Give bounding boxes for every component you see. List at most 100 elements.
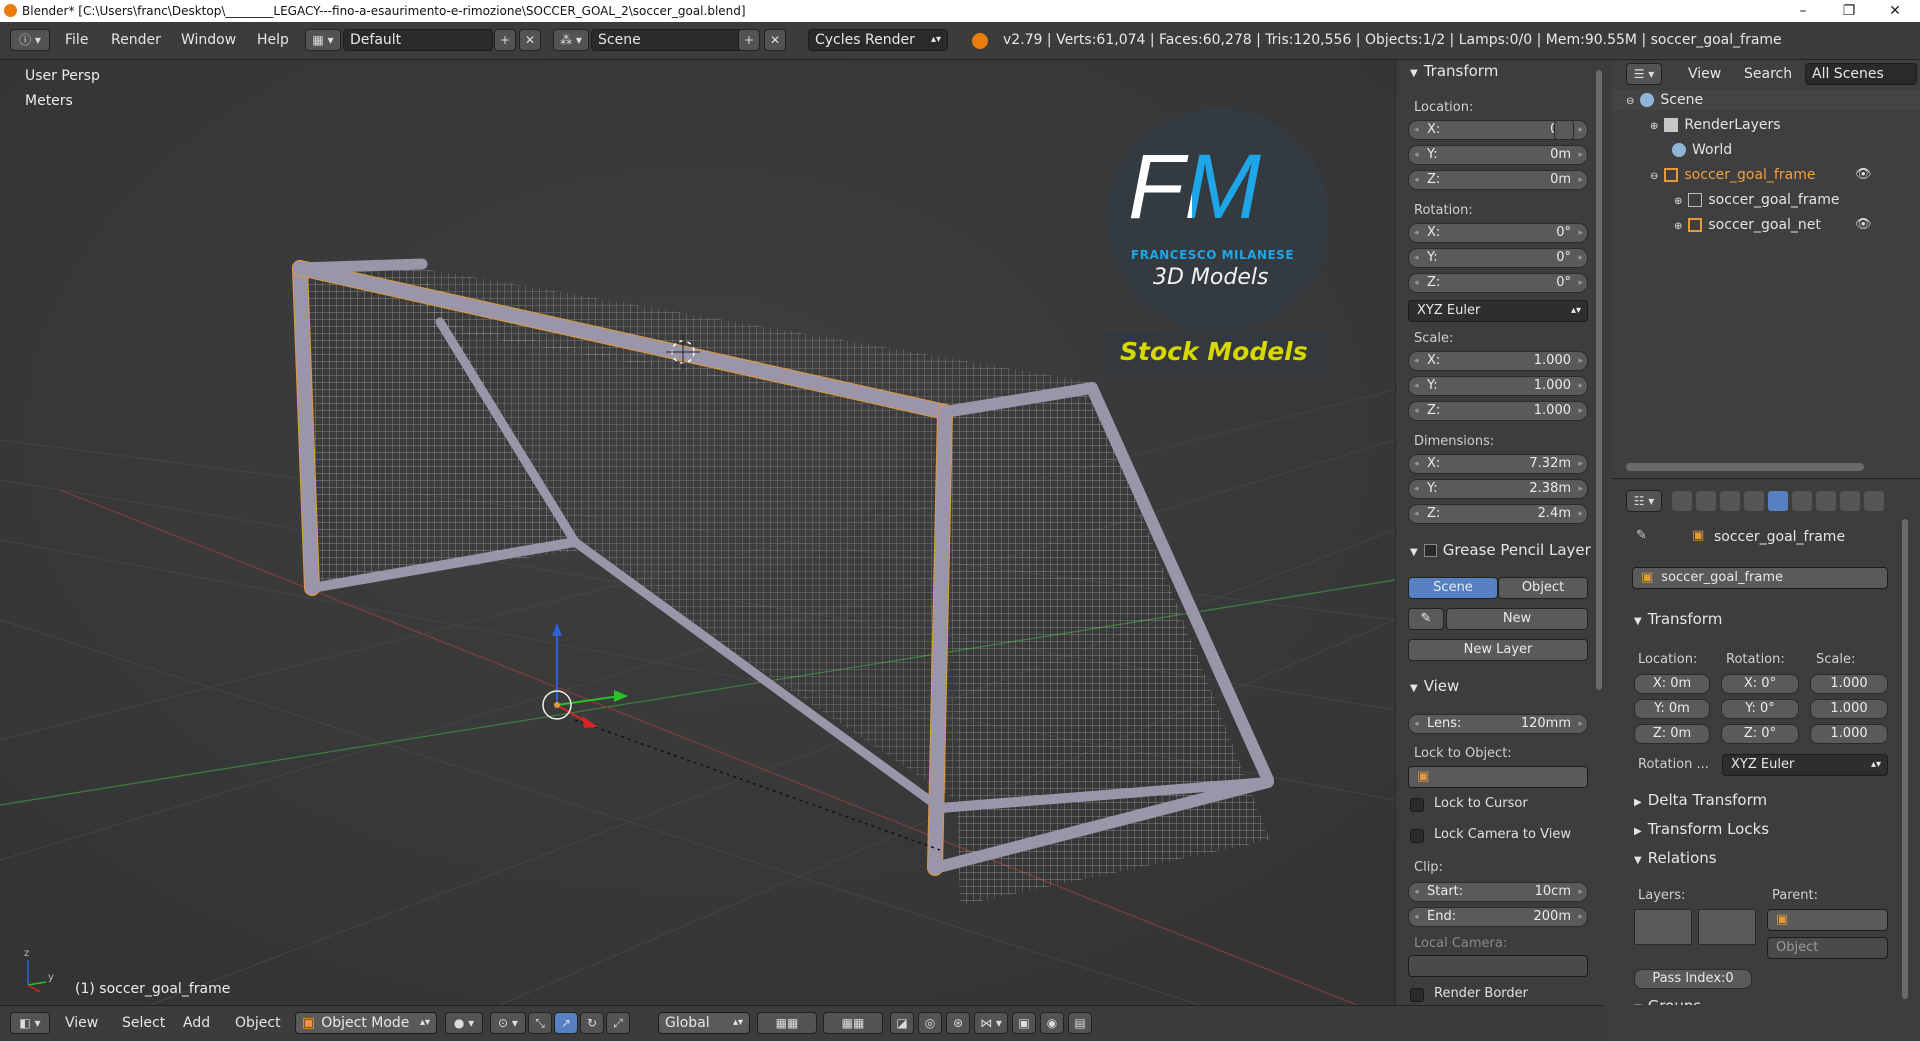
rotation-y-field[interactable]: ◂ Y: 0° ▸	[1408, 248, 1588, 268]
scale-manipulator-icon[interactable]: ⤢	[606, 1012, 630, 1034]
menu-window[interactable]: Window	[181, 32, 236, 48]
render-tab-icon[interactable]	[1672, 491, 1692, 511]
scene-selector[interactable]: Scene	[591, 29, 743, 51]
menu-help[interactable]: Help	[257, 32, 289, 48]
rotate-manipulator-icon[interactable]: ↻	[580, 1012, 604, 1034]
prop-scale-z[interactable]: 1.000	[1810, 724, 1888, 744]
lock-camera-checkbox[interactable]	[1410, 829, 1424, 843]
clip-end-field[interactable]: ◂ End: 200m ▸	[1408, 907, 1588, 927]
delta-transform-header[interactable]: ▶ Delta Transform	[1634, 791, 1767, 809]
outliner-item-scene[interactable]: ⊖ Scene	[1626, 92, 1703, 108]
outliner-filter-select[interactable]: All Scenes	[1805, 63, 1917, 85]
add-scene-icon[interactable]: +	[738, 29, 760, 51]
dimensions-y-field[interactable]: ◂ Y: 2.38m ▸	[1408, 479, 1588, 499]
3d-viewport[interactable]: z y User Persp Meters (1) soccer_goal_fr…	[0, 60, 1395, 1005]
object-name-field[interactable]: ▣ soccer_goal_frame	[1632, 567, 1888, 589]
menu-file[interactable]: File	[65, 32, 88, 48]
location-z-field[interactable]: ◂ Z: 0m ▸	[1408, 170, 1588, 190]
grease-pencil-object-tab[interactable]: Object	[1498, 577, 1588, 599]
close-button[interactable]: ✕	[1872, 0, 1918, 22]
outliner-search-menu[interactable]: Search	[1744, 66, 1792, 82]
screen-layout-icon[interactable]: ▦ ▾	[305, 29, 341, 51]
scale-z-field[interactable]: ◂ Z: 1.000 ▸	[1408, 401, 1588, 421]
render-border-checkbox[interactable]	[1410, 988, 1424, 1002]
manipulator-toggle-icon[interactable]: ⤡	[528, 1012, 552, 1034]
scene-icon[interactable]: ⁂ ▾	[553, 29, 589, 51]
prop-transform-header[interactable]: ▼ Transform	[1634, 610, 1722, 628]
scene-tab-icon[interactable]	[1720, 491, 1740, 511]
menu-add[interactable]: Add	[183, 1015, 210, 1031]
prop-location-x[interactable]: X: 0m	[1634, 674, 1710, 694]
prop-scale-x[interactable]: 1.000	[1810, 674, 1888, 694]
prop-location-y[interactable]: Y: 0m	[1634, 699, 1710, 719]
menu-render[interactable]: Render	[111, 32, 161, 48]
transform-orientation-select[interactable]: Global ▴▾	[658, 1012, 750, 1034]
visibility-eye-icon[interactable]: 👁	[1855, 167, 1872, 182]
location-y-field[interactable]: ◂ Y: 0m ▸	[1408, 145, 1588, 165]
material-tab-icon[interactable]	[1864, 491, 1884, 511]
rotation-mode-select[interactable]: XYZ Euler ▴▾	[1408, 300, 1588, 322]
proportional-edit-icon[interactable]: ◎	[918, 1012, 942, 1034]
outliner-item-soccer-goal-net[interactable]: ⊕ soccer_goal_net	[1674, 217, 1821, 233]
grease-pencil-checkbox[interactable]	[1423, 544, 1437, 557]
transform-locks-header[interactable]: ▶ Transform Locks	[1634, 820, 1769, 838]
data-tab-icon[interactable]	[1840, 491, 1860, 511]
local-camera-field[interactable]	[1408, 955, 1588, 977]
prop-rotation-mode-select[interactable]: XYZ Euler ▴▾	[1722, 754, 1888, 776]
lock-to-cursor-checkbox[interactable]	[1410, 798, 1424, 812]
modifiers-tab-icon[interactable]	[1816, 491, 1836, 511]
render-engine-selector[interactable]: Cycles Render ▴▾	[808, 29, 948, 51]
constraints-tab-icon[interactable]	[1792, 491, 1812, 511]
grease-pencil-scene-tab[interactable]: Scene	[1408, 577, 1498, 599]
pass-index-field[interactable]: Pass Index:0	[1634, 969, 1752, 989]
render-animation-icon[interactable]: ▤	[1068, 1012, 1092, 1034]
prop-rotation-y[interactable]: Y: 0°	[1721, 699, 1799, 719]
layers-lock-icon[interactable]: ◪	[890, 1012, 914, 1034]
scene-layers-b[interactable]: ▦▦	[823, 1012, 883, 1034]
minimize-button[interactable]: –	[1780, 0, 1826, 22]
3d-view-editor-icon[interactable]: ◧ ▾	[10, 1012, 50, 1034]
dimensions-z-field[interactable]: ◂ Z: 2.4m ▸	[1408, 504, 1588, 524]
visibility-eye-icon[interactable]: 👁	[1855, 217, 1872, 232]
outliner-editor-icon[interactable]: ☰ ▾	[1626, 63, 1662, 85]
remove-scene-icon[interactable]: ✕	[764, 29, 786, 51]
scale-y-field[interactable]: ◂ Y: 1.000 ▸	[1408, 376, 1588, 396]
layers-grid-a[interactable]	[1634, 909, 1692, 945]
object-tab-icon[interactable]	[1768, 491, 1788, 511]
lens-field[interactable]: ◂ Lens: 120mm ▸	[1408, 714, 1588, 734]
outliner-item-frame-mesh[interactable]: ⊕ soccer_goal_frame	[1674, 192, 1839, 208]
grease-pencil-new-button[interactable]: New	[1446, 608, 1588, 630]
outliner-item-soccer-goal-frame[interactable]: ⊖ soccer_goal_frame	[1650, 167, 1815, 183]
lock-to-object-field[interactable]: ▣	[1408, 766, 1588, 788]
translate-manipulator-icon[interactable]: ↗	[554, 1012, 578, 1034]
prop-rotation-x[interactable]: X: 0°	[1721, 674, 1799, 694]
dimensions-x-field[interactable]: ◂ X: 7.32m ▸	[1408, 454, 1588, 474]
remove-layout-icon[interactable]: ✕	[519, 29, 541, 51]
scene-layers-a[interactable]: ▦▦	[757, 1012, 817, 1034]
properties-editor-icon[interactable]: ☷ ▾	[1626, 490, 1662, 512]
view-panel-header[interactable]: ▼ View	[1410, 677, 1459, 695]
transform-panel-header[interactable]: ▼ Transform	[1410, 62, 1498, 80]
layout-selector[interactable]: Default	[343, 29, 493, 51]
menu-select[interactable]: Select	[122, 1015, 165, 1031]
clip-start-field[interactable]: ◂ Start: 10cm ▸	[1408, 882, 1588, 902]
layers-grid-b[interactable]	[1698, 909, 1756, 945]
outliner-view-menu[interactable]: View	[1688, 66, 1721, 82]
prop-rotation-z[interactable]: Z: 0°	[1721, 724, 1799, 744]
npanel-scrollbar[interactable]	[1596, 70, 1602, 690]
properties-scrollbar[interactable]	[1902, 519, 1908, 999]
rotation-x-field[interactable]: ◂ X: 0° ▸	[1408, 223, 1588, 243]
new-layer-button[interactable]: New Layer	[1408, 639, 1588, 661]
world-tab-icon[interactable]	[1744, 491, 1764, 511]
viewport-shading-icon[interactable]: ● ▾	[445, 1012, 483, 1034]
snap-target-icon[interactable]: ▣	[1012, 1012, 1036, 1034]
mode-selector[interactable]: ▣ Object Mode ▴▾	[295, 1012, 437, 1034]
parent-type-select[interactable]: Object	[1767, 937, 1888, 959]
outliner-item-renderlayers[interactable]: ⊕ RenderLayers	[1650, 117, 1781, 133]
menu-object[interactable]: Object	[235, 1015, 281, 1031]
prop-location-z[interactable]: Z: 0m	[1634, 724, 1710, 744]
pivot-point-icon[interactable]: ⊙ ▾	[490, 1012, 526, 1034]
render-opengl-icon[interactable]: ◉	[1040, 1012, 1064, 1034]
scale-x-field[interactable]: ◂ X: 1.000 ▸	[1408, 351, 1588, 371]
editor-type-info-icon[interactable]: ⓘ ▾	[10, 29, 50, 51]
